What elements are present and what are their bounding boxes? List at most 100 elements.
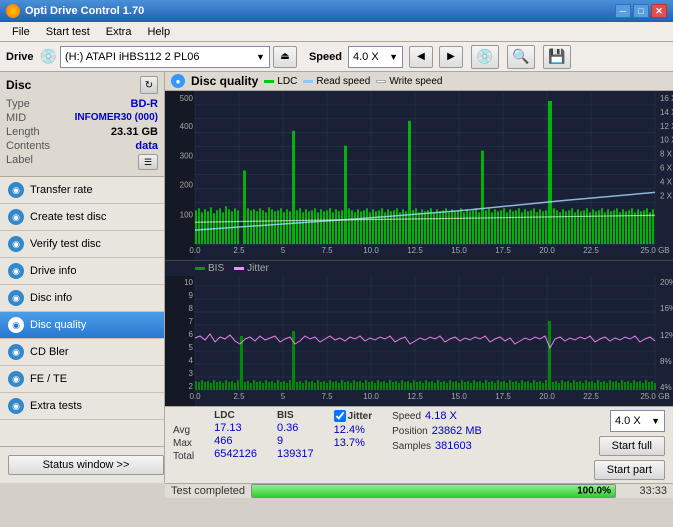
svg-text:7.5: 7.5 [321, 392, 333, 401]
samples-label: Samples [392, 441, 431, 452]
status-window-button[interactable]: Status window >> [8, 455, 164, 475]
fe-te-icon: ◉ [8, 371, 24, 387]
legend-ldc: LDC [264, 76, 297, 87]
bis-col-header: BIS [277, 410, 314, 421]
disc-label-button[interactable]: ☰ [138, 154, 158, 170]
svg-text:5: 5 [281, 392, 286, 401]
svg-text:16 X: 16 X [660, 94, 673, 103]
drive-select[interactable]: (H:) ATAPI iHBS112 2 PL06 ▼ [60, 46, 270, 68]
svg-text:400: 400 [180, 122, 194, 131]
chart-title-icon: ● [171, 74, 185, 88]
svg-text:10: 10 [184, 278, 193, 287]
disc-icon-button[interactable]: 💿 [471, 45, 499, 69]
samples-value: 381603 [435, 440, 472, 452]
legend-bis-color [195, 267, 205, 270]
drive-label: Drive [6, 51, 34, 63]
svg-text:8%: 8% [660, 357, 672, 366]
disc-quality-icon: ◉ [8, 317, 24, 333]
svg-text:14 X: 14 X [660, 108, 673, 117]
jitter-header-row: Jitter [334, 410, 372, 422]
sidebar-item-extra-tests[interactable]: ◉ Extra tests [0, 393, 164, 420]
minimize-button[interactable]: ─ [615, 4, 631, 18]
menu-extra[interactable]: Extra [98, 24, 140, 40]
sidebar-item-disc-info[interactable]: ◉ Disc info [0, 285, 164, 312]
svg-text:4 X: 4 X [660, 177, 673, 186]
start-part-button[interactable]: Start part [594, 460, 665, 480]
sidebar-item-disc-quality[interactable]: ◉ Disc quality [0, 312, 164, 339]
speed-col-label: Speed [392, 411, 421, 422]
speed-label: Speed [309, 51, 342, 63]
sidebar-item-create-test-disc[interactable]: ◉ Create test disc [0, 204, 164, 231]
speed-row: Speed 4.18 X [392, 410, 482, 422]
sidebar-item-fe-te[interactable]: ◉ FE / TE [0, 366, 164, 393]
disc-refresh-button[interactable]: ↻ [140, 76, 158, 94]
sidebar: Disc ↻ Type BD-R MID INFOMER30 (000) Len… [0, 72, 165, 483]
svg-text:3: 3 [189, 369, 194, 378]
save-icon-button[interactable]: 💾 [543, 45, 571, 69]
svg-text:10.0: 10.0 [363, 392, 379, 401]
menu-help[interactable]: Help [139, 24, 178, 40]
bottom-chart-svg: 10 9 8 7 6 5 4 3 2 20% 16% 12% 8% 4% 0.0… [165, 276, 673, 406]
svg-text:5: 5 [189, 343, 194, 352]
svg-text:300: 300 [180, 152, 194, 161]
samples-row: Samples 381603 [392, 440, 482, 452]
avg-bis: 0.36 [277, 422, 314, 434]
chart-title-bar: ● Disc quality LDC Read speed Write spee… [165, 72, 673, 91]
svg-text:7.5: 7.5 [321, 246, 333, 255]
eject-button[interactable]: ⏏ [273, 46, 297, 68]
progress-label: Test completed [171, 485, 245, 497]
scan-icon-button[interactable]: 🔍 [507, 45, 535, 69]
svg-text:20%: 20% [660, 278, 673, 287]
svg-text:12.5: 12.5 [407, 246, 423, 255]
svg-text:4%: 4% [660, 383, 672, 392]
sidebar-item-transfer-rate[interactable]: ◉ Transfer rate [0, 177, 164, 204]
prev-speed-button[interactable]: ◀ [409, 46, 433, 68]
disc-length-row: Length 23.31 GB [6, 126, 158, 138]
disc-mid-row: MID INFOMER30 (000) [6, 112, 158, 124]
max-bis: 9 [277, 435, 314, 447]
disc-type-row: Type BD-R [6, 98, 158, 110]
jitter-checkbox[interactable] [334, 410, 346, 422]
transfer-rate-icon: ◉ [8, 182, 24, 198]
stats-bar: Avg Max Total LDC 17.13 466 6542126 BIS … [165, 406, 673, 483]
avg-label: Avg [173, 425, 194, 436]
progress-area: Test completed 100.0% 33:33 [165, 483, 673, 498]
svg-text:500: 500 [180, 94, 194, 103]
svg-text:100: 100 [180, 210, 194, 219]
svg-text:9: 9 [189, 291, 194, 300]
svg-text:20.0: 20.0 [539, 392, 555, 401]
svg-text:2.5: 2.5 [233, 392, 245, 401]
next-speed-button[interactable]: ▶ [439, 46, 463, 68]
svg-text:5: 5 [281, 246, 286, 255]
speed-select-dropdown[interactable]: 4.0 X ▼ [610, 410, 665, 432]
legend-write-speed-color [376, 80, 386, 83]
progress-bar-fill [252, 485, 615, 497]
progress-percent: 100.0% [577, 486, 611, 497]
legend-jitter-color [234, 267, 244, 270]
sidebar-item-cd-bler[interactable]: ◉ CD Bler [0, 339, 164, 366]
legend-ldc-color [264, 80, 274, 83]
start-full-button[interactable]: Start full [599, 436, 665, 456]
chart-title: Disc quality [191, 74, 258, 88]
legend-jitter: Jitter [234, 263, 269, 274]
svg-text:16%: 16% [660, 304, 673, 313]
stats-labels-col: Avg Max Total [173, 410, 194, 462]
avg-ldc: 17.13 [214, 422, 257, 434]
svg-text:10 X: 10 X [660, 136, 673, 145]
sidebar-item-drive-info[interactable]: ◉ Drive info [0, 258, 164, 285]
menu-start-test[interactable]: Start test [38, 24, 98, 40]
svg-text:15.0: 15.0 [451, 246, 467, 255]
sidebar-item-verify-test-disc[interactable]: ◉ Verify test disc [0, 231, 164, 258]
svg-text:17.5: 17.5 [495, 246, 511, 255]
svg-text:20.0: 20.0 [539, 246, 555, 255]
close-button[interactable]: ✕ [651, 4, 667, 18]
speed-select[interactable]: 4.0 X ▼ [348, 46, 403, 68]
svg-text:2: 2 [189, 382, 194, 391]
jitter-col-header: Jitter [348, 411, 372, 422]
svg-text:4: 4 [189, 356, 194, 365]
menu-file[interactable]: File [4, 24, 38, 40]
svg-text:25.0 GB: 25.0 GB [640, 246, 669, 255]
main-layout: Disc ↻ Type BD-R MID INFOMER30 (000) Len… [0, 72, 673, 483]
maximize-button[interactable]: □ [633, 4, 649, 18]
avg-jitter: 12.4% [334, 424, 372, 436]
